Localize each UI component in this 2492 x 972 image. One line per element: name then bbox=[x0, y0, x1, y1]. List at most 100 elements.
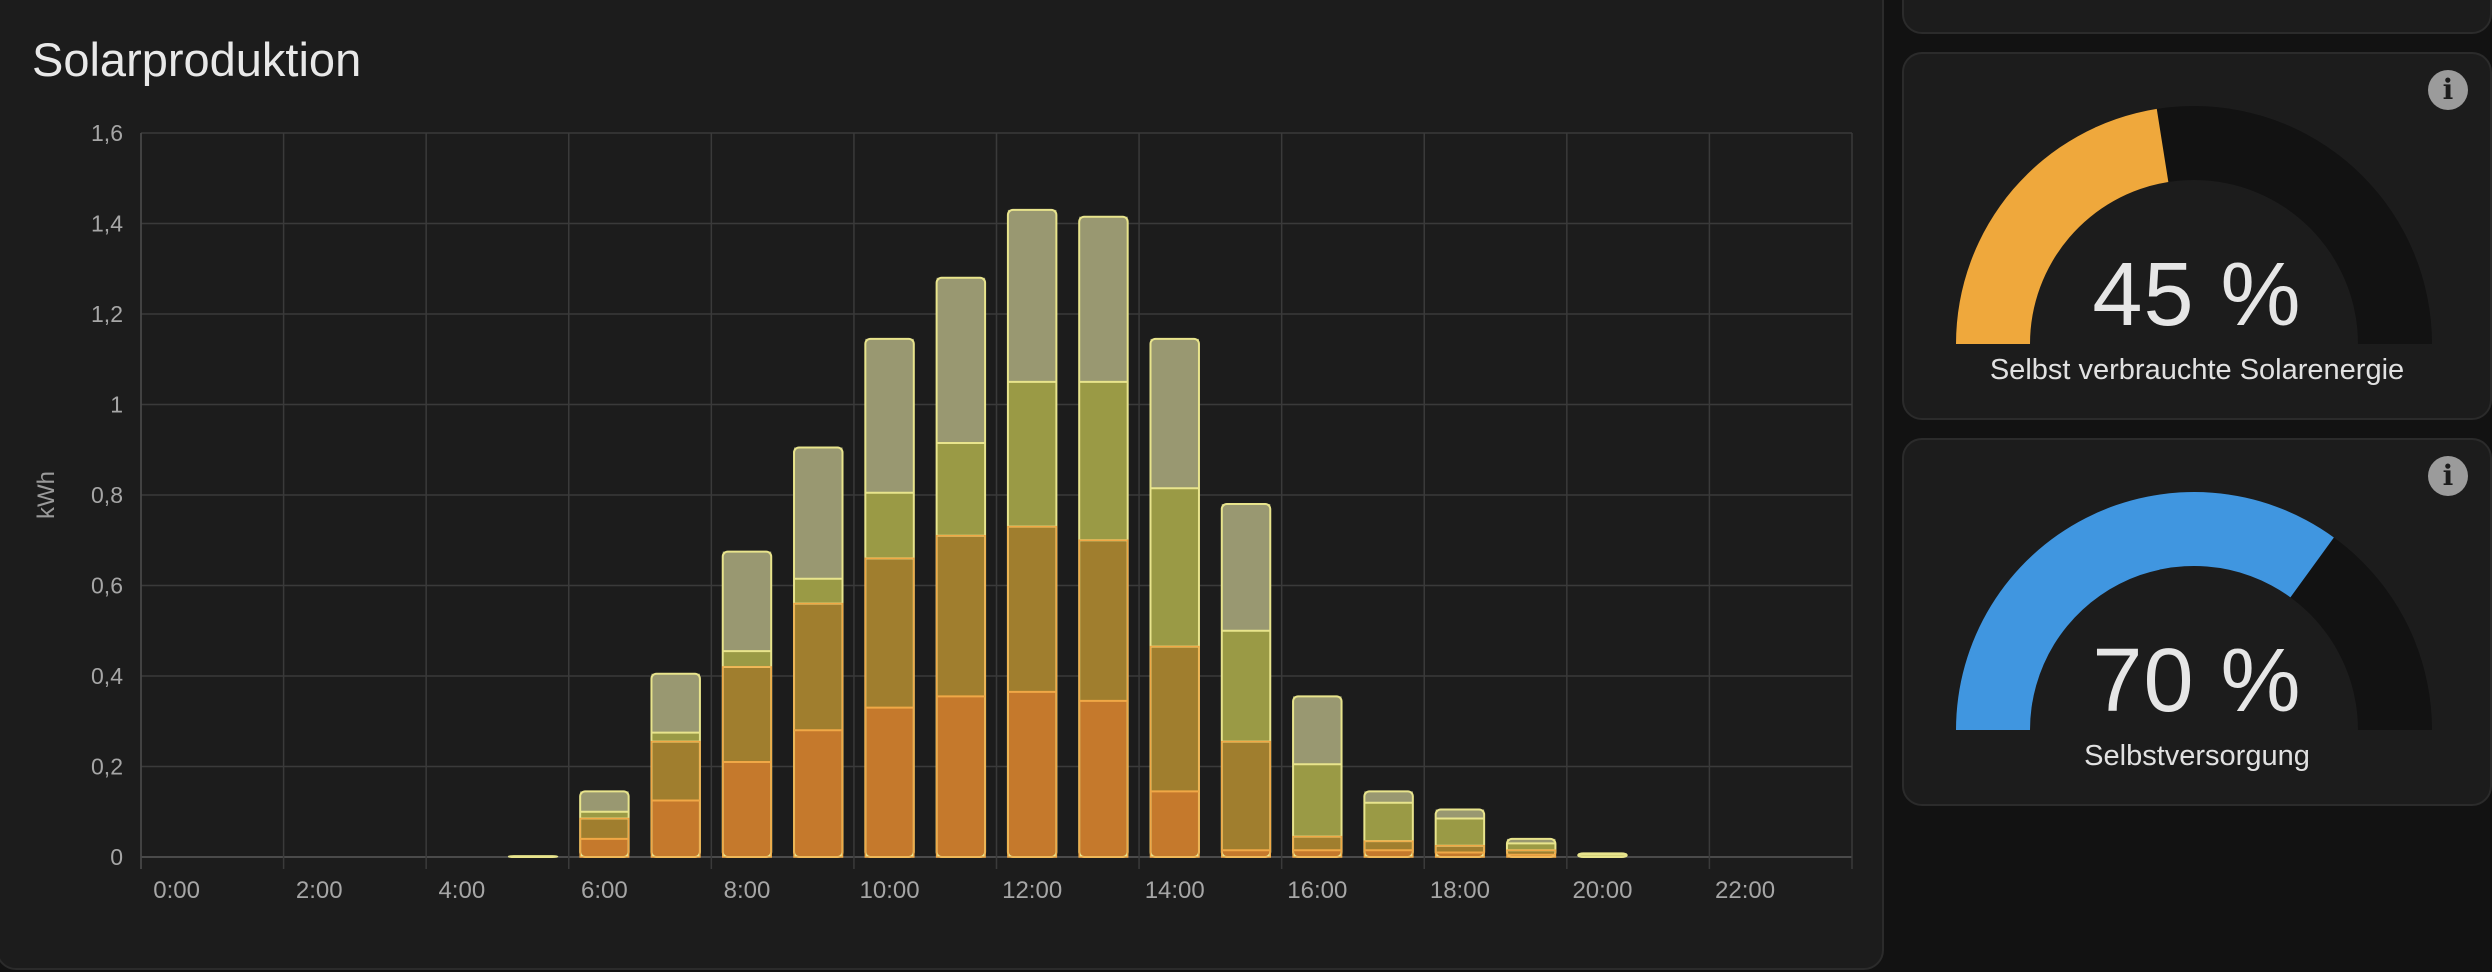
bar-segment[interactable] bbox=[722, 651, 772, 667]
bar-segment[interactable] bbox=[580, 818, 629, 839]
bar-segment[interactable] bbox=[1364, 791, 1413, 803]
bar-segment[interactable] bbox=[1293, 764, 1342, 837]
x-tick-label: 22:00 bbox=[1715, 877, 1775, 904]
bar-segment[interactable] bbox=[1506, 843, 1556, 851]
x-tick-label: 16:00 bbox=[1287, 877, 1347, 904]
bar-segment[interactable] bbox=[1007, 209, 1057, 382]
solar-production-card: Solarproduktion 0 0,2 0,4 0,6 0,8 1 1,2 1,4 1,6 0… bbox=[0, 0, 1884, 970]
info-icon[interactable]: i bbox=[2428, 456, 2468, 496]
bar-stack[interactable] bbox=[1577, 852, 1628, 859]
bar-segment[interactable] bbox=[936, 535, 986, 697]
bar-segment[interactable] bbox=[722, 666, 772, 762]
bar-stack[interactable] bbox=[1220, 503, 1272, 858]
bar-segment[interactable] bbox=[1435, 845, 1485, 853]
gauge-value: 70 % bbox=[2092, 631, 2302, 731]
bar-segment[interactable] bbox=[1079, 700, 1128, 857]
info-icon[interactable]: i bbox=[2428, 70, 2468, 110]
self-sufficiency-gauge-card[interactable]: i 70 % Selbstversorgung bbox=[1902, 438, 2492, 806]
bar-outline bbox=[507, 855, 559, 858]
y-tick-label: 1 bbox=[110, 392, 123, 418]
bar-segment[interactable] bbox=[794, 578, 843, 604]
bar-segment[interactable] bbox=[1007, 526, 1057, 692]
bar-stack[interactable] bbox=[1149, 337, 1200, 858]
y-axis-label: kWh bbox=[33, 471, 60, 519]
x-tick-label: 0:00 bbox=[153, 877, 200, 904]
bar-segment[interactable] bbox=[1293, 836, 1342, 851]
bar-segment[interactable] bbox=[1221, 630, 1271, 742]
y-tick-label: 0,8 bbox=[91, 482, 123, 508]
bar-segment[interactable] bbox=[1150, 338, 1199, 489]
bar-stack[interactable] bbox=[935, 276, 987, 858]
x-tick-label: 20:00 bbox=[1572, 877, 1632, 904]
gauge-label: Selbst verbrauchte Solarenergie bbox=[1989, 354, 2405, 386]
bar-segment[interactable] bbox=[794, 603, 843, 731]
y-tick-label: 1,2 bbox=[91, 301, 123, 327]
bar-segment[interactable] bbox=[1221, 850, 1271, 857]
bar-segment[interactable] bbox=[1150, 488, 1199, 647]
x-tick-label: 18:00 bbox=[1430, 877, 1490, 904]
bar-segment[interactable] bbox=[1079, 540, 1128, 701]
bar-stack[interactable] bbox=[1292, 695, 1343, 858]
bar-segment[interactable] bbox=[1364, 841, 1413, 851]
bar-segment[interactable] bbox=[794, 447, 843, 579]
x-tick-label: 14:00 bbox=[1145, 877, 1205, 904]
bar-segment[interactable] bbox=[1079, 216, 1128, 382]
bar-segment[interactable] bbox=[651, 732, 700, 742]
bar-segment[interactable] bbox=[1435, 818, 1485, 846]
bar-segment[interactable] bbox=[580, 838, 629, 857]
y-tick-label: 0 bbox=[110, 844, 123, 870]
bar-segment[interactable] bbox=[1221, 741, 1271, 851]
bar-stack[interactable] bbox=[1006, 208, 1058, 859]
bar-segment[interactable] bbox=[936, 277, 986, 443]
bar-stack[interactable] bbox=[864, 337, 915, 858]
y-tick-label: 0,2 bbox=[91, 754, 123, 780]
bar-stack[interactable] bbox=[1505, 837, 1557, 859]
bar-stack[interactable] bbox=[1434, 808, 1486, 858]
bar-segment[interactable] bbox=[1221, 504, 1271, 631]
bar-segment[interactable] bbox=[1007, 381, 1057, 527]
bar-stack[interactable] bbox=[721, 550, 773, 858]
bar-stack[interactable] bbox=[650, 672, 701, 858]
x-tick-label: 8:00 bbox=[724, 877, 771, 904]
top-card-partial bbox=[1902, 0, 2492, 34]
bar-segment[interactable] bbox=[865, 558, 914, 708]
solar-production-chart[interactable]: 0 0,2 0,4 0,6 0,8 1 1,2 1,4 1,6 0:00 2:00 4:00 6:00 8… bbox=[0, 0, 1886, 972]
y-tick-label: 0,6 bbox=[91, 573, 123, 599]
x-tick-label: 12:00 bbox=[1002, 877, 1062, 904]
bar-segment[interactable] bbox=[1364, 850, 1413, 857]
x-tick-label: 4:00 bbox=[438, 877, 485, 904]
y-tick-label: 1,6 bbox=[91, 120, 123, 146]
bar-segment[interactable] bbox=[865, 707, 914, 857]
bar-stack[interactable] bbox=[1078, 215, 1129, 858]
bar-segment[interactable] bbox=[865, 492, 914, 559]
bar-segment[interactable] bbox=[1150, 791, 1199, 857]
bar-stack[interactable] bbox=[793, 446, 844, 858]
bar-segment[interactable] bbox=[1079, 381, 1128, 541]
x-tick-label: 10:00 bbox=[860, 877, 920, 904]
bar-segment[interactable] bbox=[1150, 646, 1199, 792]
bar-segment[interactable] bbox=[580, 811, 629, 819]
bar-segment[interactable] bbox=[722, 551, 772, 652]
bar-stack[interactable] bbox=[1363, 790, 1414, 859]
bar-segment[interactable] bbox=[1293, 696, 1342, 765]
bar-segment[interactable] bbox=[651, 673, 700, 733]
bar-segment[interactable] bbox=[1293, 850, 1342, 857]
gauge-label: Selbstversorgung bbox=[2084, 740, 2310, 772]
y-tick-label: 1,4 bbox=[91, 211, 123, 237]
bar-segment[interactable] bbox=[651, 800, 700, 857]
bar-segment[interactable] bbox=[580, 791, 629, 812]
bar-segment[interactable] bbox=[936, 442, 986, 536]
bar-stack[interactable] bbox=[507, 855, 559, 858]
bar-stack[interactable] bbox=[579, 790, 630, 859]
bar-segment[interactable] bbox=[865, 338, 914, 493]
bar-segment[interactable] bbox=[651, 741, 700, 801]
bar-segment[interactable] bbox=[1435, 809, 1485, 819]
gauge-value: 45 % bbox=[2092, 245, 2302, 345]
x-tick-label: 2:00 bbox=[296, 877, 343, 904]
bar-segment[interactable] bbox=[1364, 802, 1413, 842]
bar-segment[interactable] bbox=[722, 761, 772, 857]
bar-segment[interactable] bbox=[1007, 691, 1057, 857]
bar-segment[interactable] bbox=[794, 730, 843, 857]
bar-segment[interactable] bbox=[936, 696, 986, 857]
self-consumed-solar-gauge-card[interactable]: i 45 % Selbst verbrauchte Solarenergie bbox=[1902, 52, 2492, 420]
